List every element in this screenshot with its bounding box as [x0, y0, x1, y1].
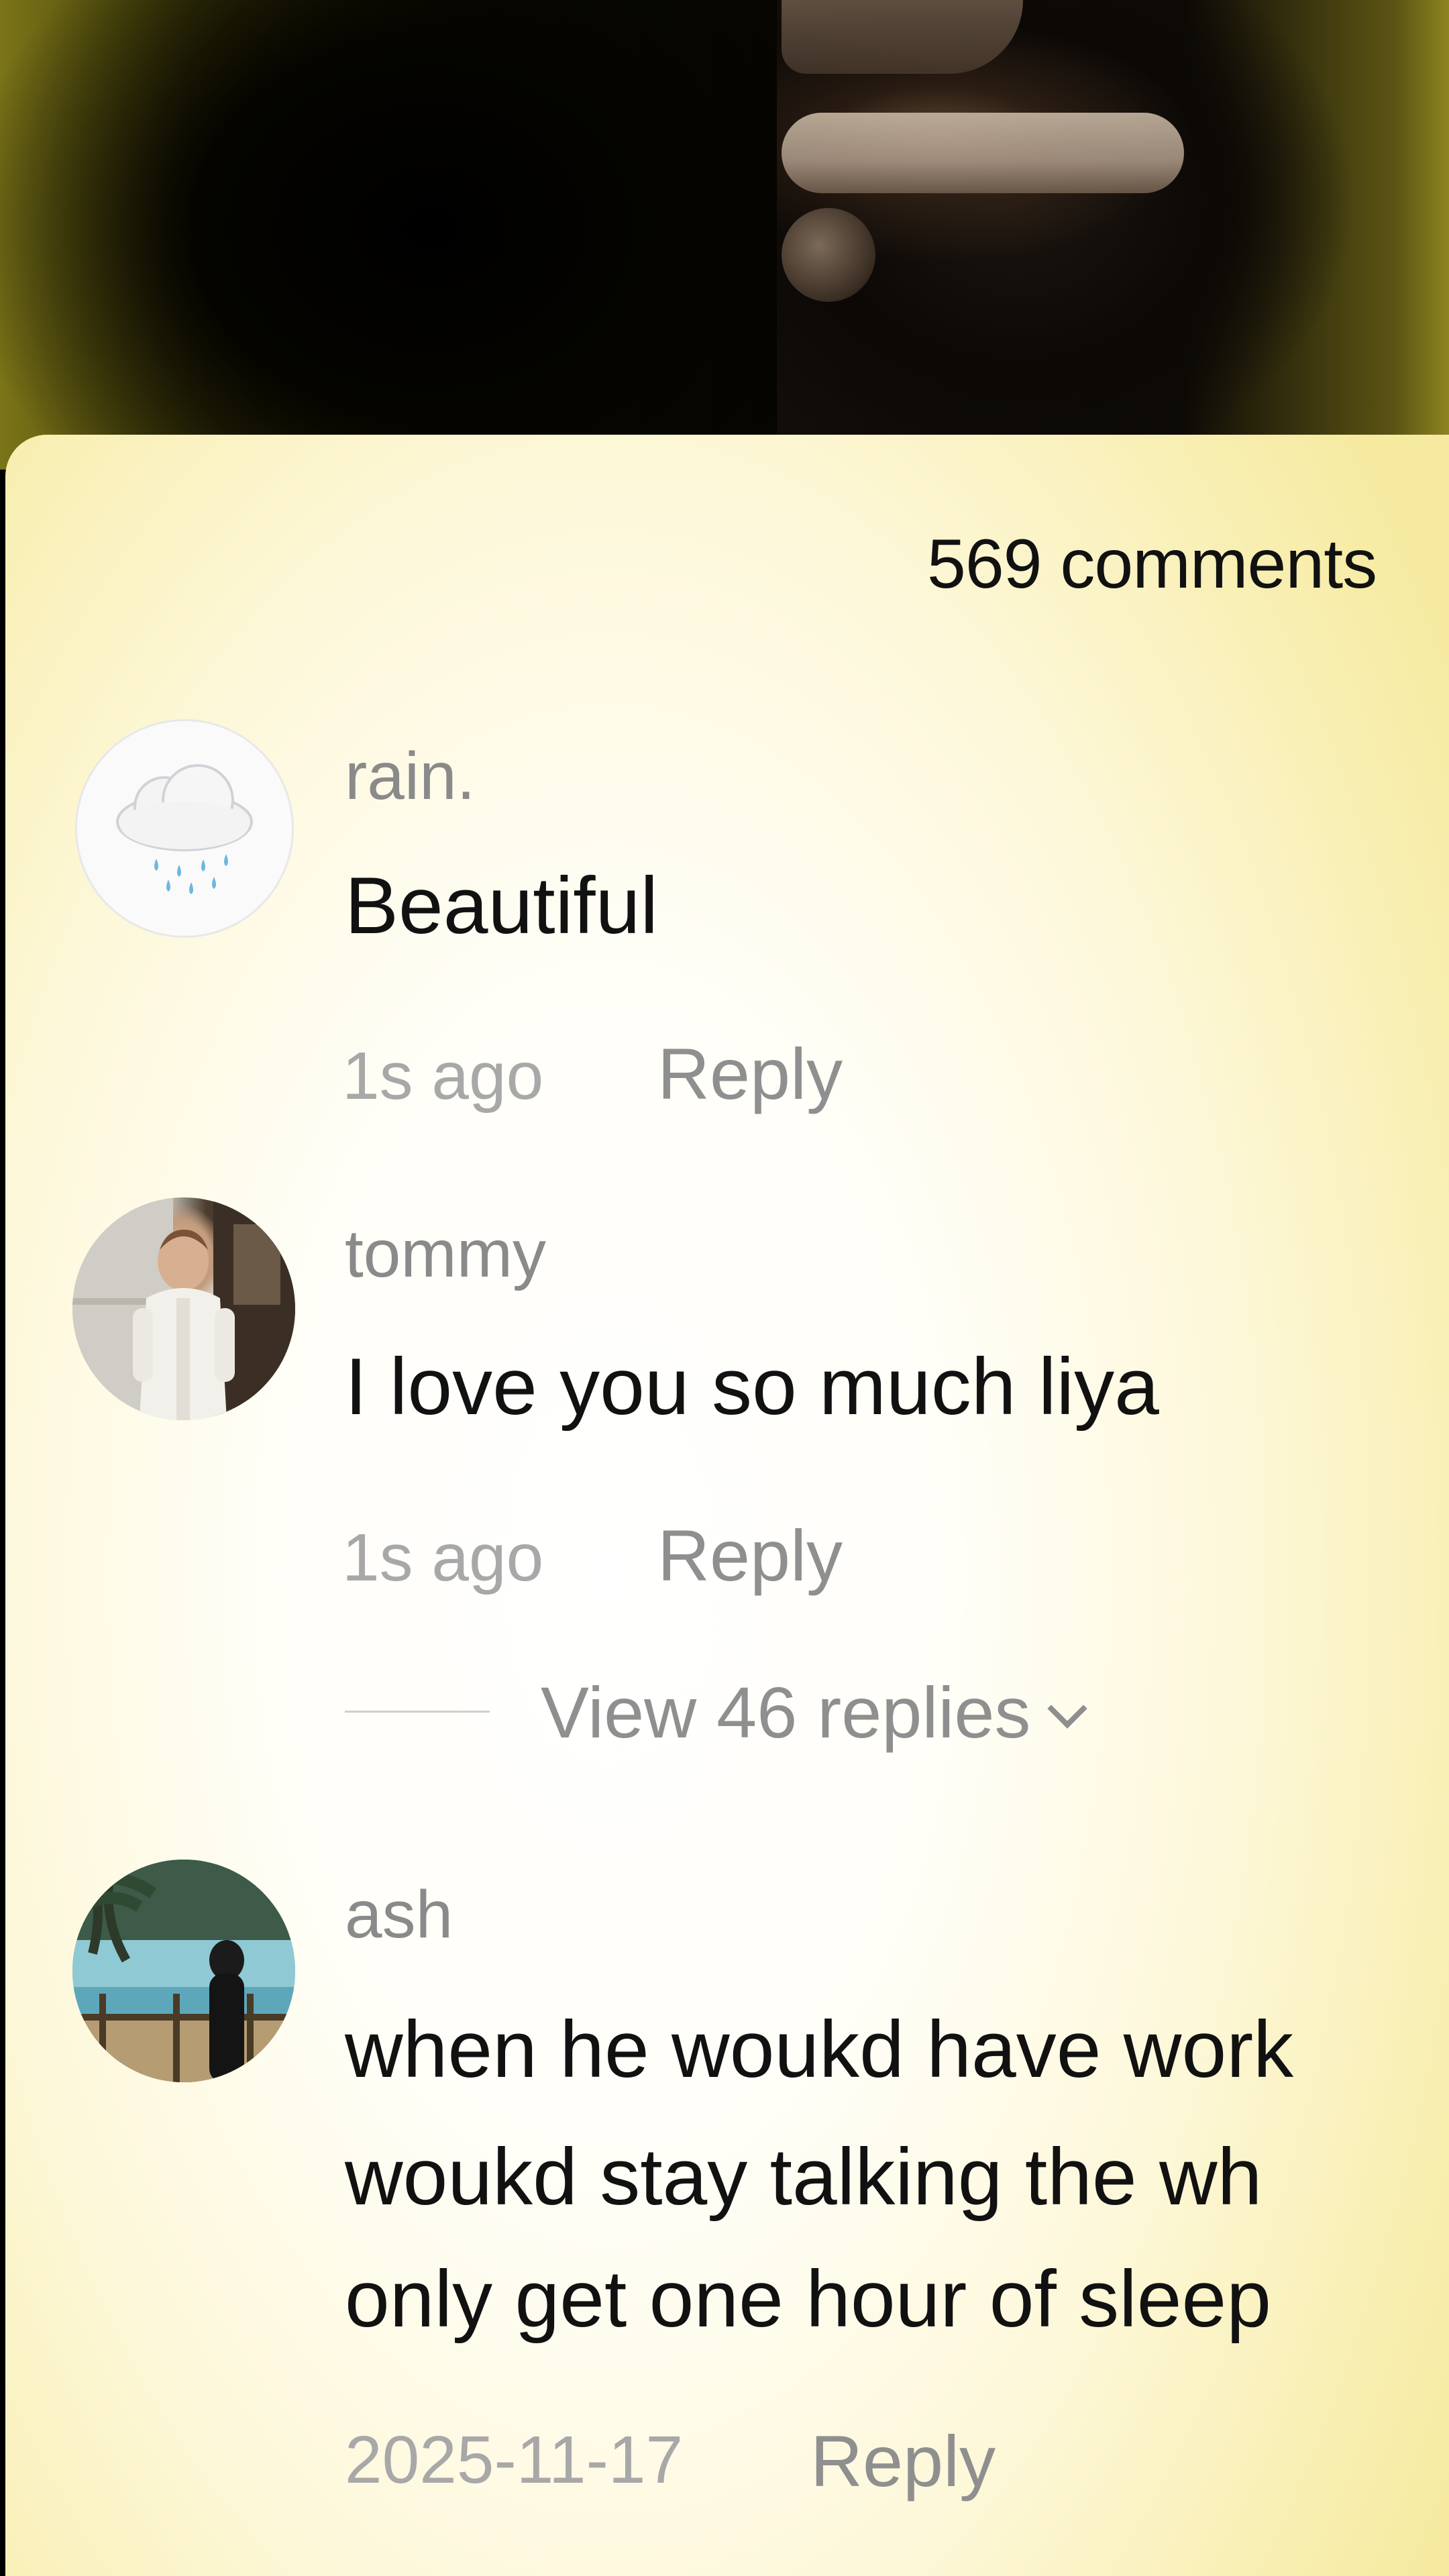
- comment-username[interactable]: tommy: [345, 1216, 546, 1293]
- replies-divider: [345, 1711, 490, 1713]
- comment-username[interactable]: rain.: [345, 738, 476, 815]
- comment-text: Beautiful: [345, 861, 658, 951]
- reply-button[interactable]: Reply: [810, 2419, 996, 2503]
- comment-timestamp: 1s ago: [342, 1520, 544, 1595]
- comment-count-title: 569 comments: [927, 525, 1377, 603]
- comment-timestamp: 2025-11-17: [345, 2422, 684, 2498]
- avatar[interactable]: [72, 1197, 295, 1420]
- comment-timestamp: 1s ago: [342, 1038, 544, 1114]
- avatar-photo: [72, 1197, 295, 1420]
- video-hand-shape: [782, 0, 1023, 74]
- view-replies-button[interactable]: View 46 replies: [541, 1670, 1088, 1754]
- comment-username[interactable]: ash: [345, 1876, 453, 1953]
- comment-text-line: woukd stay talking the wh: [345, 2132, 1263, 2222]
- video-finger-shape: [782, 113, 1184, 193]
- comment-text-line: only get one hour of sleep: [345, 2254, 1271, 2344]
- avatar[interactable]: [75, 719, 294, 938]
- rain-cloud-icon: [116, 764, 253, 894]
- view-replies-label: View 46 replies: [541, 1672, 1031, 1753]
- avatar[interactable]: [72, 1860, 295, 2082]
- comment-text: I love you so much liya: [345, 1342, 1159, 1432]
- video-player[interactable]: [0, 0, 1449, 470]
- chevron-down-icon: [1047, 1688, 1088, 1729]
- avatar-photo: [72, 1860, 295, 2082]
- comment-text-line: when he woukd have work: [345, 2004, 1294, 2094]
- reply-button[interactable]: Reply: [657, 1513, 843, 1597]
- app-frame: 569 comments rain. Beautiful 1s ago Repl…: [0, 0, 1449, 2576]
- reply-button[interactable]: Reply: [657, 1032, 843, 1116]
- video-knuckle-shape: [782, 208, 875, 302]
- video-left-panel: [0, 0, 777, 470]
